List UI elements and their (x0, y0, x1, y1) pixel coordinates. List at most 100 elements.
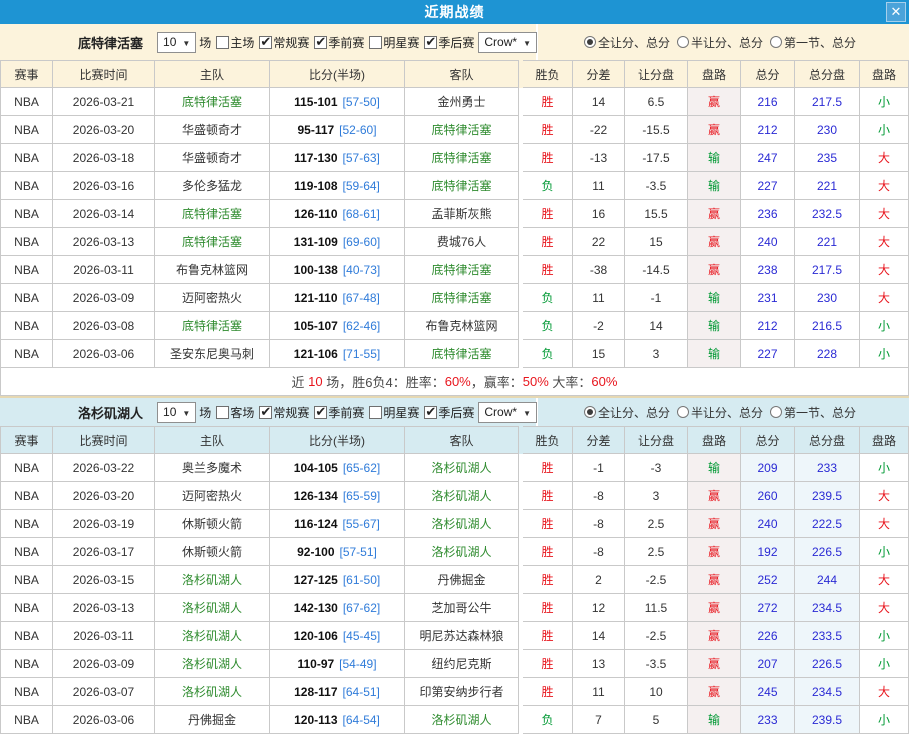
table-row: NBA2026-03-17休斯顿火箭92-100[57-51]洛杉矶湖人胜-82… (0, 538, 909, 566)
score-cell: 126-110[68-61] (270, 200, 405, 228)
close-button[interactable] (886, 2, 906, 22)
handicap-line-cell: -15.5 (625, 116, 688, 144)
score-cell: 120-106[45-45] (270, 622, 405, 650)
games-count-select[interactable]: 10 (157, 32, 196, 53)
filter-checkbox[interactable] (314, 406, 327, 419)
handicap-result-cell: 输 (688, 454, 741, 482)
table-row: NBA2026-03-06圣安东尼奥马刺121-106[71-55]底特律活塞负… (0, 340, 909, 368)
date-cell: 2026-03-11 (53, 256, 155, 284)
table-row: NBA2026-03-20迈阿密热火126-134[65-59]洛杉矶湖人胜-8… (0, 482, 909, 510)
filter-checkbox[interactable] (424, 406, 437, 419)
point-diff-cell: 13 (573, 650, 625, 678)
score-cell: 116-124[55-67] (270, 510, 405, 538)
table-row: NBA2026-03-13底特律活塞131-109[69-60]费城76人胜22… (0, 228, 909, 256)
home-team-cell: 洛杉矶湖人 (155, 678, 270, 706)
away-team-cell: 金州勇士 (405, 88, 519, 116)
total-line-cell: 222.5 (795, 510, 860, 538)
filter-checkbox[interactable] (259, 36, 272, 49)
scope-radio[interactable] (584, 406, 596, 418)
league-cell: NBA (0, 454, 53, 482)
scope-radio[interactable] (584, 36, 596, 48)
league-cell: NBA (0, 650, 53, 678)
scope-radio[interactable] (770, 36, 782, 48)
table-row: NBA2026-03-11布鲁克林篮网100-138[40-73]底特律活塞胜-… (0, 256, 909, 284)
total-line-cell: 216.5 (795, 312, 860, 340)
filter-mode-value: Crow* (484, 35, 517, 49)
home-team-cell: 洛杉矶湖人 (155, 594, 270, 622)
final-score: 120-113 (294, 713, 337, 727)
filter-checkbox[interactable] (216, 36, 229, 49)
filter-checkbox[interactable] (424, 36, 437, 49)
handicap-line-cell: -3.5 (625, 650, 688, 678)
filter-checkbox[interactable] (314, 36, 327, 49)
final-score: 116-124 (294, 517, 337, 531)
caret-down-icon (523, 405, 531, 419)
date-cell: 2026-03-20 (53, 482, 155, 510)
total-line-cell: 233 (795, 454, 860, 482)
filter-checkbox[interactable] (369, 36, 382, 49)
handicap-line-cell: 14 (625, 312, 688, 340)
final-score: 95-117 (297, 123, 334, 137)
caret-down-icon (523, 35, 531, 49)
score-cell: 121-110[67-48] (270, 284, 405, 312)
scope-radio[interactable] (677, 36, 689, 48)
home-team-cell: 底特律活塞 (155, 228, 270, 256)
filter-controls: 洛杉矶湖人 10 场 客场常规赛季前赛明星赛季后赛 Crow* (0, 398, 538, 426)
filter-mode-select[interactable]: Crow* (478, 402, 537, 423)
date-cell: 2026-03-13 (53, 228, 155, 256)
score-cell: 115-101[57-50] (270, 88, 405, 116)
dialog-title: 近期战绩 (425, 2, 485, 22)
total-points-cell: 207 (741, 650, 795, 678)
column-header: 主队 (155, 426, 270, 454)
pistons-section: 底特律活塞 10 场 主场常规赛季前赛明星赛季后赛 Crow* 全让分、总分半让… (0, 24, 909, 396)
away-team-cell: 底特律活塞 (405, 284, 519, 312)
point-diff-cell: 12 (573, 594, 625, 622)
date-cell: 2026-03-22 (53, 454, 155, 482)
filter-checkbox[interactable] (216, 406, 229, 419)
league-cell: NBA (0, 200, 53, 228)
handicap-result-cell: 输 (688, 144, 741, 172)
handicap-line-cell: 2.5 (625, 538, 688, 566)
section-header: 底特律活塞 10 场 主场常规赛季前赛明星赛季后赛 Crow* 全让分、总分半让… (0, 24, 909, 60)
total-points-cell: 245 (741, 678, 795, 706)
handicap-result-cell: 赢 (688, 650, 741, 678)
result-cell: 负 (523, 284, 573, 312)
column-header: 胜负 (523, 426, 573, 454)
total-points-cell: 238 (741, 256, 795, 284)
scope-radio[interactable] (677, 406, 689, 418)
handicap-result-cell: 赢 (688, 482, 741, 510)
league-cell: NBA (0, 538, 53, 566)
filter-checkbox-label: 季前赛 (328, 404, 364, 421)
handicap-line-cell: 3 (625, 340, 688, 368)
filter-checkbox-label: 季前赛 (328, 34, 364, 51)
scope-radio[interactable] (770, 406, 782, 418)
total-line-cell: 230 (795, 116, 860, 144)
filter-checkbox-group: 主场常规赛季前赛明星赛季后赛 (211, 34, 474, 51)
total-line-cell: 234.5 (795, 594, 860, 622)
games-count-select[interactable]: 10 (157, 402, 196, 423)
home-team-cell: 华盛顿奇才 (155, 116, 270, 144)
point-diff-cell: 11 (573, 172, 625, 200)
total-line-cell: 221 (795, 172, 860, 200)
total-line-cell: 221 (795, 228, 860, 256)
filter-checkbox[interactable] (259, 406, 272, 419)
over-under-cell: 小 (860, 538, 909, 566)
result-cell: 胜 (523, 538, 573, 566)
handicap-line-cell: -2.5 (625, 622, 688, 650)
date-cell: 2026-03-08 (53, 312, 155, 340)
over-under-cell: 小 (860, 340, 909, 368)
filter-mode-select[interactable]: Crow* (478, 32, 537, 53)
league-cell: NBA (0, 256, 53, 284)
over-under-cell: 大 (860, 510, 909, 538)
team-name: 洛杉矶湖人 (78, 403, 143, 422)
result-cell: 胜 (523, 256, 573, 284)
point-diff-cell: 15 (573, 340, 625, 368)
column-header: 主队 (155, 60, 270, 88)
league-cell: NBA (0, 510, 53, 538)
date-cell: 2026-03-20 (53, 116, 155, 144)
scope-radio-label: 第一节、总分 (784, 404, 856, 421)
filter-checkbox[interactable] (369, 406, 382, 419)
final-score: 128-117 (294, 685, 337, 699)
handicap-line-cell: -17.5 (625, 144, 688, 172)
final-score: 126-110 (294, 207, 337, 221)
